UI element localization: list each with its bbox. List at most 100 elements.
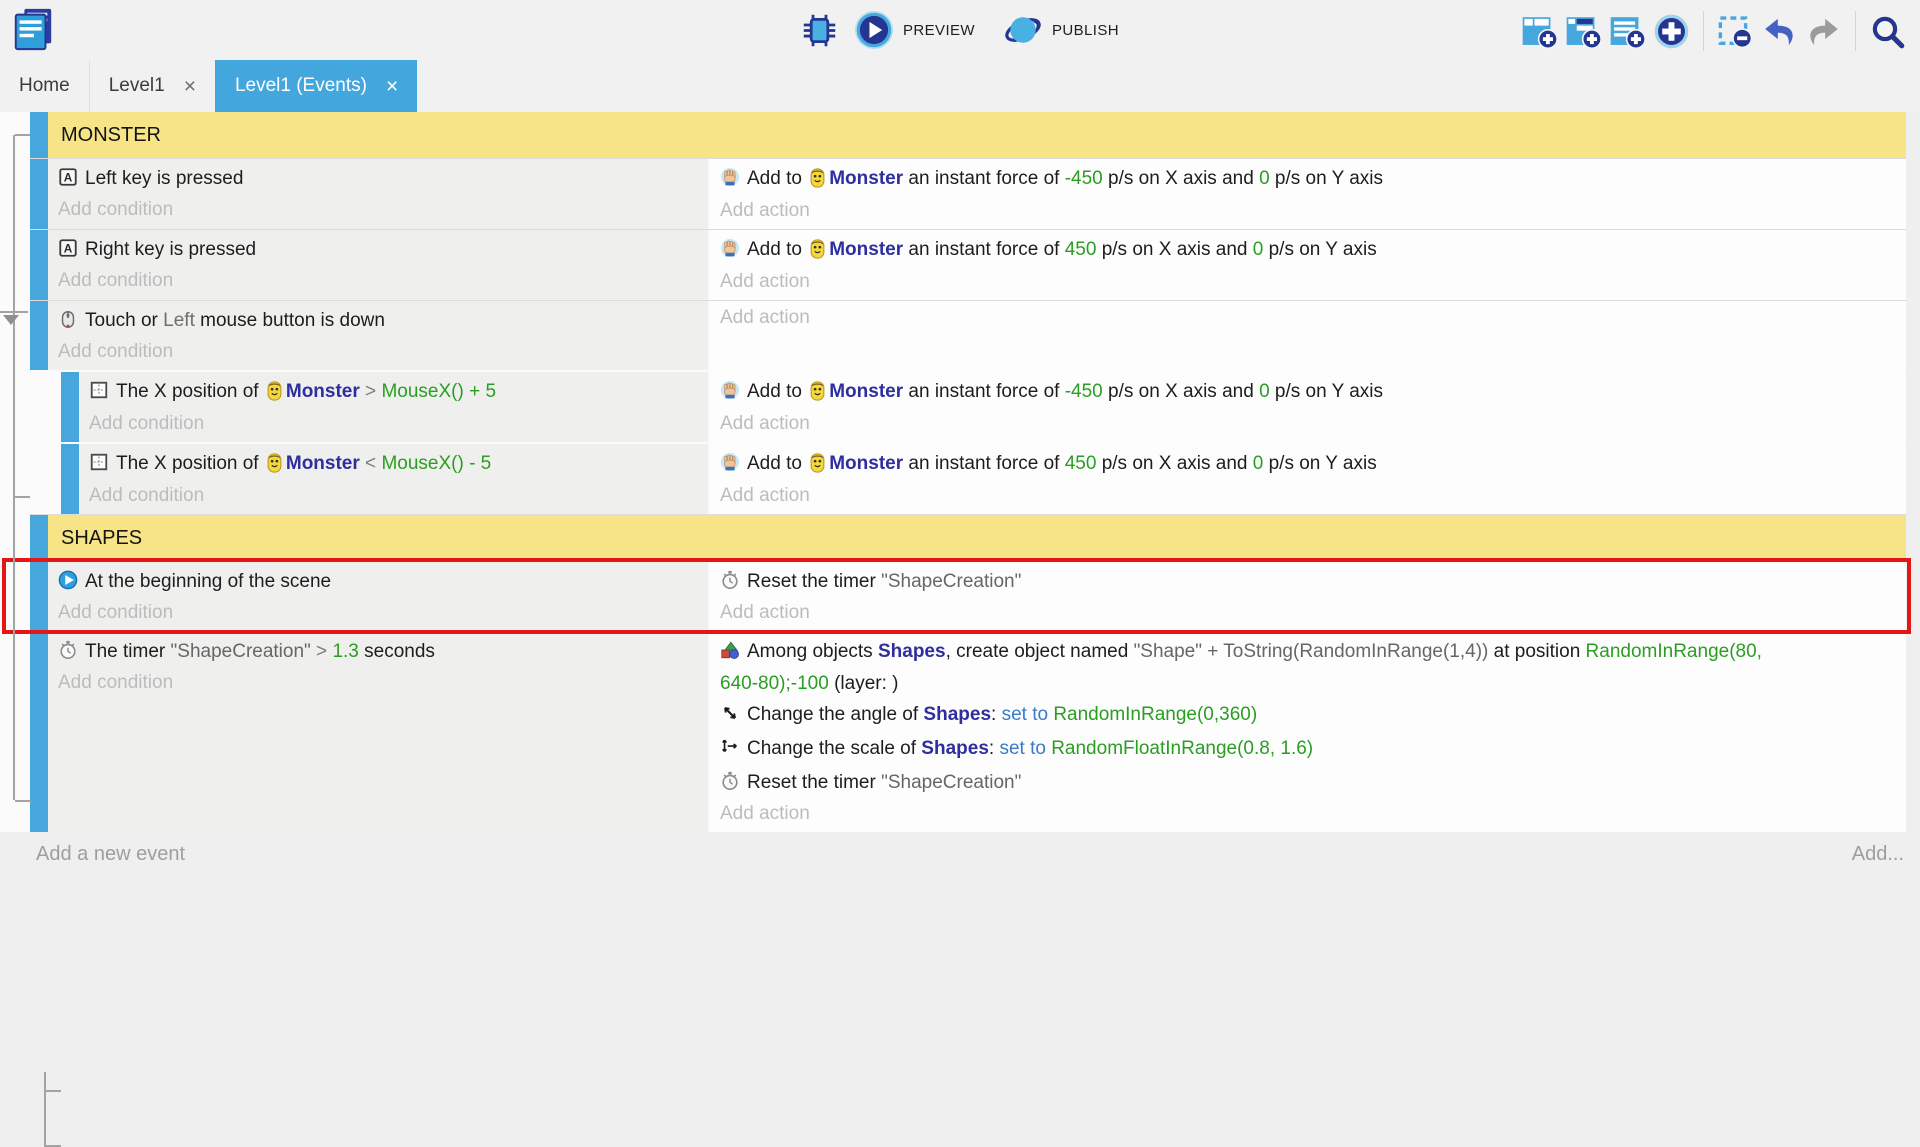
tab-label: Level1 — [109, 75, 165, 97]
add-action-link[interactable]: Add action — [710, 482, 1906, 512]
tab-label: Level1 (Events) — [235, 75, 367, 97]
preview-play-icon[interactable] — [854, 10, 894, 50]
event-row-highlighted: At the beginning of the sceneAdd conditi… — [30, 561, 1906, 631]
add-condition-link[interactable]: Add condition — [48, 267, 708, 297]
action[interactable]: Change the angle of Shapes: set to Rando… — [710, 698, 1906, 732]
publish-button[interactable]: PUBLISH — [1052, 22, 1119, 39]
event-selection-bar[interactable] — [30, 159, 48, 229]
tab-bar: Home Level1 × Level1 (Events) × — [0, 60, 1920, 112]
add-condition-link[interactable]: Add condition — [48, 669, 708, 699]
force-icon — [720, 452, 740, 481]
add-action-link[interactable]: Add action — [710, 197, 1906, 227]
event-selection-bar[interactable] — [30, 632, 48, 832]
group-row: SHAPES — [30, 514, 1906, 561]
event-selection-bar[interactable] — [30, 112, 48, 158]
condition[interactable]: The X position of Monster > MouseX() + 5 — [79, 375, 708, 410]
add-condition-link[interactable]: Add condition — [79, 410, 708, 440]
group-header-shapes[interactable]: SHAPES — [48, 515, 1906, 561]
debugger-icon[interactable] — [801, 12, 838, 49]
condition[interactable]: ALeft key is pressed — [48, 162, 708, 196]
add-more-button[interactable]: Add... — [1852, 843, 1904, 866]
monster-icon — [810, 453, 825, 482]
timer-icon — [720, 570, 740, 599]
actions-cell: Add to Monster an instant force of -450 … — [710, 372, 1906, 442]
add-comment-icon[interactable] — [1609, 13, 1646, 50]
add-action-link[interactable]: Add action — [710, 304, 1906, 334]
add-action-link[interactable]: Add action — [710, 599, 1906, 629]
tab-level1-events[interactable]: Level1 (Events) × — [215, 60, 417, 112]
search-icon[interactable] — [1869, 13, 1906, 50]
event-selection-bar[interactable] — [30, 230, 48, 300]
add-action-link[interactable]: Add action — [710, 410, 1906, 440]
tab-label: Home — [19, 75, 70, 97]
preview-button[interactable]: PREVIEW — [903, 22, 975, 39]
action[interactable]: Reset the timer "ShapeCreation" — [710, 766, 1906, 800]
close-tab-icon[interactable]: × — [386, 76, 398, 97]
add-condition-link[interactable]: Add condition — [48, 599, 708, 629]
redo-icon[interactable] — [1805, 13, 1842, 50]
event-row: ALeft key is pressedAdd conditionAdd to … — [30, 158, 1906, 229]
force-icon — [720, 167, 740, 196]
conditions-cell: The X position of Monster < MouseX() - 5… — [79, 444, 710, 514]
monster-icon — [810, 239, 825, 268]
condition[interactable]: At the beginning of the scene — [48, 565, 708, 599]
actions-cell: Add to Monster an instant force of 450 p… — [710, 230, 1906, 300]
events-editor: MONSTERALeft key is pressedAdd condition… — [0, 112, 1920, 866]
add-action-link[interactable]: Add action — [710, 800, 1906, 830]
event-selection-bar[interactable] — [30, 515, 48, 561]
scale-icon — [720, 737, 740, 766]
add-condition-link[interactable]: Add condition — [79, 482, 708, 512]
publish-globe-icon[interactable] — [1003, 10, 1043, 50]
event-row: The X position of Monster > MouseX() + 5… — [30, 370, 1906, 442]
mouse-icon — [58, 309, 78, 338]
action[interactable]: Add to Monster an instant force of 450 p… — [710, 447, 1906, 482]
position-icon — [89, 380, 109, 409]
group-row: MONSTER — [30, 112, 1906, 158]
project-manager-icon[interactable] — [10, 6, 56, 52]
event-selection-bar[interactable] — [30, 562, 48, 631]
conditions-cell: ALeft key is pressedAdd condition — [48, 159, 710, 229]
actions-cell: Add to Monster an instant force of 450 p… — [710, 444, 1906, 514]
condition[interactable]: ARight key is pressed — [48, 233, 708, 267]
action[interactable]: Add to Monster an instant force of -450 … — [710, 162, 1906, 197]
conditions-cell: Touch or Left mouse button is downAdd co… — [48, 301, 710, 370]
tab-home[interactable]: Home — [0, 60, 89, 112]
add-condition-link[interactable]: Add condition — [48, 196, 708, 226]
add-event-icon[interactable] — [1521, 13, 1558, 50]
actions-cell: Among objects Shapes, create object name… — [710, 632, 1906, 832]
action[interactable]: Change the scale of Shapes: set to Rando… — [710, 732, 1906, 766]
add-new-event-button[interactable]: Add a new event — [36, 843, 185, 866]
position-icon — [89, 452, 109, 481]
action[interactable]: Reset the timer "ShapeCreation" — [710, 565, 1906, 599]
remove-event-icon[interactable] — [1717, 13, 1754, 50]
condition[interactable]: The timer "ShapeCreation" > 1.3 seconds — [48, 635, 708, 669]
action[interactable]: Add to Monster an instant force of 450 p… — [710, 233, 1906, 268]
close-tab-icon[interactable]: × — [184, 76, 196, 97]
play-icon — [58, 570, 78, 599]
conditions-cell: At the beginning of the sceneAdd conditi… — [48, 562, 710, 631]
group-header-monster[interactable]: MONSTER — [48, 112, 1906, 158]
collapse-expander-icon[interactable] — [3, 315, 19, 325]
conditions-cell: ARight key is pressedAdd condition — [48, 230, 710, 300]
monster-icon — [810, 168, 825, 197]
event-selection-bar[interactable] — [61, 372, 79, 442]
condition[interactable]: Touch or Left mouse button is down — [48, 304, 708, 338]
actions-cell: Add to Monster an instant force of -450 … — [710, 159, 1906, 229]
tab-level1[interactable]: Level1 × — [89, 60, 215, 112]
monster-icon — [267, 381, 282, 410]
action[interactable]: Add to Monster an instant force of -450 … — [710, 375, 1906, 410]
timer-icon — [58, 640, 78, 669]
actions-cell: Reset the timer "ShapeCreation"Add actio… — [710, 562, 1906, 631]
event-row: The timer "ShapeCreation" > 1.3 secondsA… — [30, 631, 1906, 832]
actions-cell: Add action — [710, 301, 1906, 370]
add-subevent-icon[interactable] — [1565, 13, 1602, 50]
condition[interactable]: The X position of Monster < MouseX() - 5 — [79, 447, 708, 482]
add-condition-link[interactable]: Add condition — [48, 338, 708, 368]
add-circle-icon[interactable] — [1653, 13, 1690, 50]
event-selection-bar[interactable] — [61, 444, 79, 514]
event-selection-bar[interactable] — [30, 301, 48, 370]
add-action-link[interactable]: Add action — [710, 268, 1906, 298]
undo-icon[interactable] — [1761, 13, 1798, 50]
action[interactable]: Among objects Shapes, create object name… — [710, 635, 1906, 698]
events-sheet: MONSTERALeft key is pressedAdd condition… — [0, 112, 1906, 832]
